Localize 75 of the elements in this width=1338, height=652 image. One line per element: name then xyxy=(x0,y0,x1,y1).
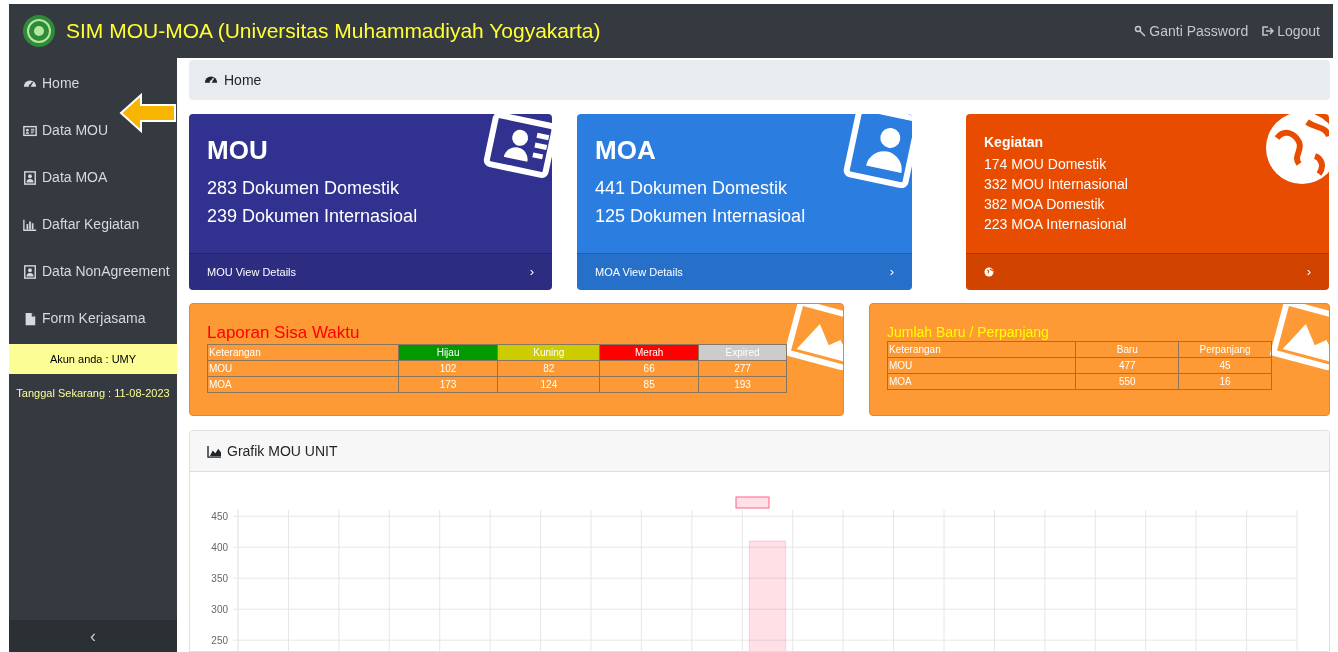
y-tick-label: 350 xyxy=(211,573,228,585)
column-header: Keterangan xyxy=(207,344,399,361)
table-cell: 45 xyxy=(1178,357,1272,374)
y-tick-label: 450 xyxy=(211,511,228,523)
card-stat: 125 Dokumen Internasioal xyxy=(595,205,807,228)
card-stat: 223 MOA Internasional xyxy=(984,215,1128,234)
table-cell: 124 xyxy=(497,376,600,393)
change-password-link[interactable]: Ganti Password xyxy=(1134,20,1249,42)
table-cell: 550 xyxy=(1075,373,1179,390)
table-cell: 102 xyxy=(398,360,498,377)
card-stat: 332 MOU Internasional xyxy=(984,175,1129,194)
column-header: Perpanjang xyxy=(1178,341,1272,358)
chevron-icon: › xyxy=(529,262,534,282)
current-date: Tanggal Sekarang : 11-08-2023 xyxy=(15,386,171,401)
report-title: Jumlah Baru / Perpanjang xyxy=(887,323,1050,341)
picture-icon xyxy=(1269,304,1329,370)
sidebar-item[interactable]: Data MOU xyxy=(9,107,113,154)
table-cell: 477 xyxy=(1075,357,1179,374)
app-title: SIM MOU-MOA (Universitas Muhammadiyah Yogyakarta) xyxy=(66,18,601,45)
chart-title: Grafik MOU UNIT xyxy=(227,441,338,461)
globe-icon xyxy=(984,267,994,277)
column-header: Kuning xyxy=(497,344,600,361)
table-cell: MOA xyxy=(207,376,399,393)
sidebar-item[interactable]: Data MOA xyxy=(9,154,112,201)
card-stat: 441 Dokumen Domestik xyxy=(595,177,789,200)
card-stat: 382 MOA Domestik xyxy=(984,195,1106,214)
bar-chart-icon xyxy=(23,217,37,232)
sidebar-item[interactable]: Data NonAgreement xyxy=(9,248,174,295)
card-footer-link[interactable]: MOA View Details › xyxy=(577,253,912,290)
column-header: Merah xyxy=(599,344,699,361)
portrait-icon xyxy=(23,264,37,279)
y-tick-label: 400 xyxy=(211,542,228,554)
table-cell: MOU xyxy=(887,357,1076,374)
column-header: Hijau xyxy=(398,344,498,361)
card-footer-link[interactable]: › xyxy=(966,253,1329,290)
account-label: Akun anda : UMY xyxy=(9,344,177,374)
logout-icon xyxy=(1262,25,1275,37)
card-title: Kegiatan xyxy=(984,133,1045,152)
table-cell: MOU xyxy=(207,360,399,377)
footer-label: MOU View Details xyxy=(207,264,297,280)
y-tick-label: 300 xyxy=(211,604,228,616)
table-cell: MOA xyxy=(887,373,1076,390)
y-tick-label: 250 xyxy=(211,635,228,647)
card-title: MOA xyxy=(595,134,657,166)
column-header: Keterangan xyxy=(887,341,1076,358)
card-footer-link[interactable]: MOU View Details › xyxy=(189,253,552,290)
chevron-icon: › xyxy=(1306,262,1311,282)
table-cell: 82 xyxy=(497,360,600,377)
table-cell: 193 xyxy=(698,376,787,393)
university-logo xyxy=(22,14,56,48)
table-cell: 66 xyxy=(599,360,699,377)
portrait-icon xyxy=(23,170,37,185)
area-chart-icon xyxy=(207,444,222,458)
legend-swatch xyxy=(735,496,770,509)
table-cell: 173 xyxy=(398,376,498,393)
breadcrumb-text: Home xyxy=(224,70,262,90)
arrow-drawing xyxy=(119,93,177,133)
card-title: MOU xyxy=(207,134,269,166)
table-cell: 16 xyxy=(1178,373,1272,390)
collapse-button[interactable]: ‹ xyxy=(9,620,177,652)
sidebar-item[interactable]: Daftar Kegiatan xyxy=(9,201,144,248)
chevron-icon: › xyxy=(889,262,894,282)
footer-label: MOA View Details xyxy=(595,264,683,280)
table-cell: 277 xyxy=(698,360,787,377)
file-icon xyxy=(23,311,37,326)
report-title: Laporan Sisa Waktu xyxy=(207,322,361,344)
sidebar-item[interactable]: Form Kerjasama xyxy=(9,295,150,342)
table-cell: 85 xyxy=(599,376,699,393)
card-stat: 283 Dokumen Domestik xyxy=(207,177,401,200)
card-stat: 239 Dokumen Internasioal xyxy=(207,205,419,228)
card-stat: 174 MOU Domestik xyxy=(984,155,1108,174)
sidebar-item[interactable]: Home xyxy=(9,60,84,107)
column-header: Baru xyxy=(1075,341,1179,358)
id-card-icon xyxy=(23,123,37,138)
logout-link[interactable]: Logout xyxy=(1262,20,1320,42)
